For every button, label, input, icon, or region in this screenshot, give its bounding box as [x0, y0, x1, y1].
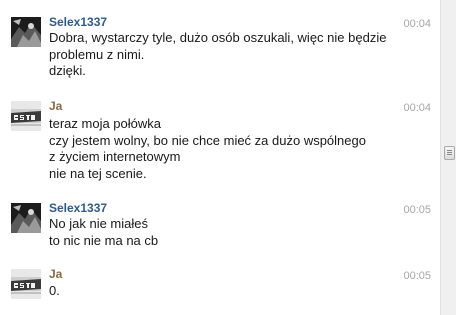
message-timestamp: 00:04 — [403, 18, 431, 30]
dark-photo-avatar-icon — [11, 203, 41, 233]
vertical-scrollbar[interactable] — [440, 0, 456, 315]
avatar[interactable] — [11, 203, 41, 233]
avatar[interactable] — [11, 101, 41, 131]
ps-logo-avatar-icon — [11, 101, 41, 131]
grip-line — [447, 150, 452, 151]
sender-name[interactable]: Selex1337 — [49, 201, 107, 215]
sender-name[interactable]: Ja — [49, 267, 62, 281]
message-timestamp: 00:05 — [403, 270, 431, 282]
sender-name[interactable]: Ja — [49, 99, 62, 113]
dark-photo-avatar-icon — [11, 17, 41, 47]
message-text: 0. — [49, 283, 60, 298]
message-timestamp: 00:04 — [403, 102, 431, 114]
grip-line — [447, 154, 452, 155]
message-text: No jak nie miałeś to nic nie ma na cb — [49, 216, 159, 248]
avatar[interactable] — [11, 17, 41, 47]
message-text: Dobra, wystarczy tyle, dużo osób oszukal… — [49, 30, 387, 78]
chat-history: Selex1337 00:04 Dobra, wystarczy tyle, d… — [0, 0, 440, 315]
grip-line — [447, 152, 452, 153]
sender-name[interactable]: Selex1337 — [49, 15, 107, 29]
scrollbar-thumb[interactable] — [444, 146, 455, 160]
message-timestamp: 00:05 — [403, 204, 431, 216]
avatar[interactable] — [11, 269, 41, 299]
message-text: teraz moja połówka czy jestem wolny, bo … — [49, 116, 366, 181]
ps-logo-avatar-icon — [11, 269, 41, 299]
